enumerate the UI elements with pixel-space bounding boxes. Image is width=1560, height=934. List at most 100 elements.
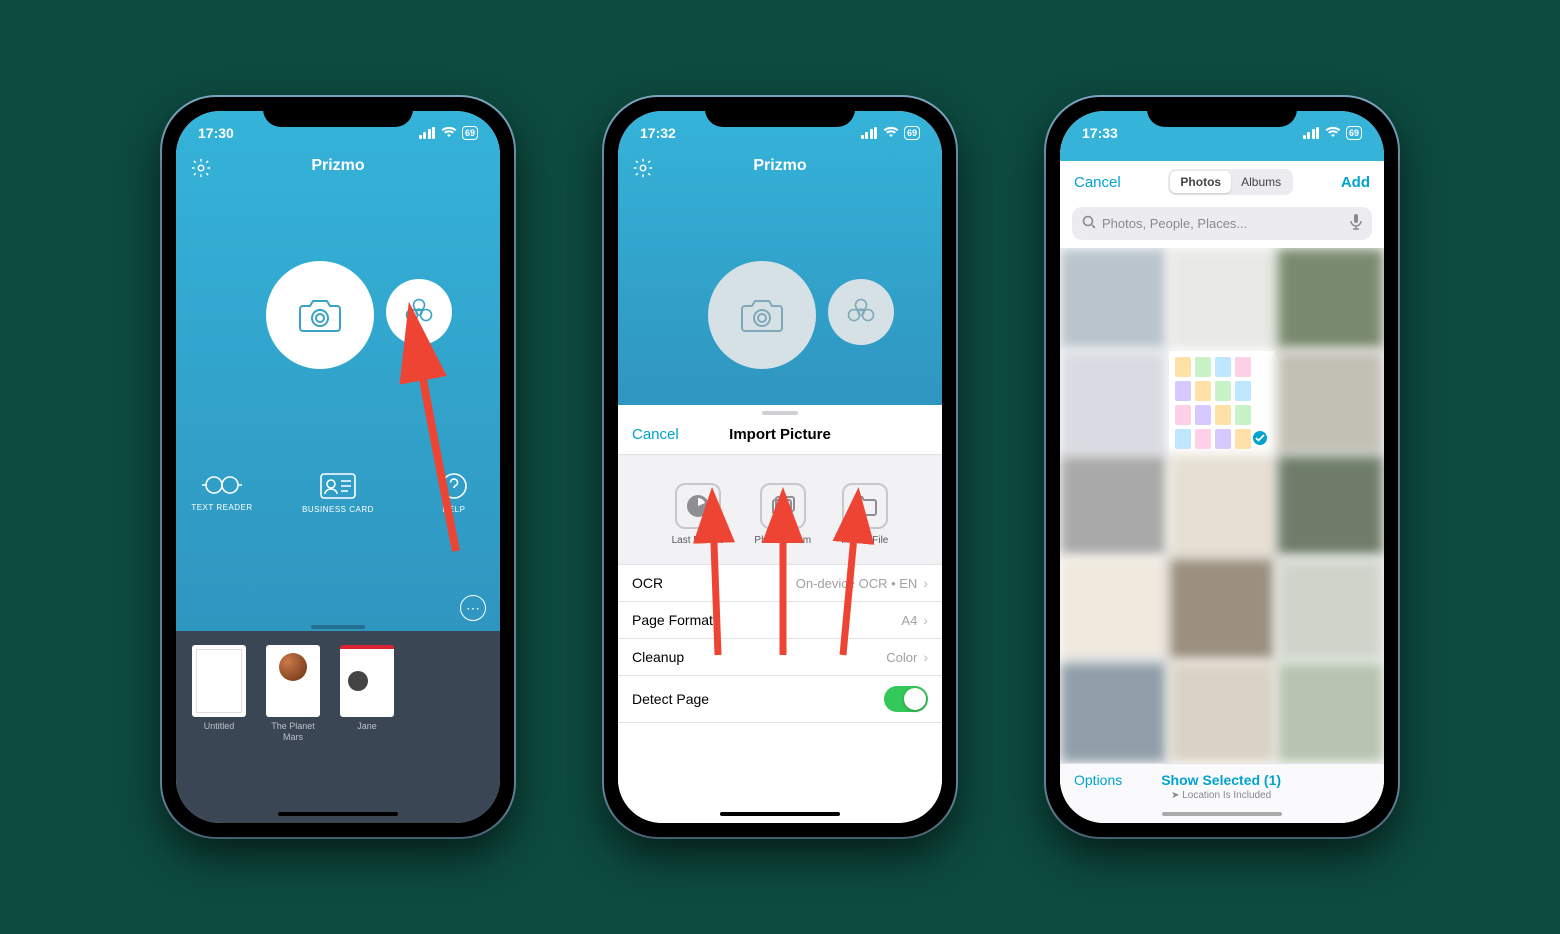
nav-bar: Prizmo: [176, 157, 500, 175]
document-item[interactable]: Jane: [336, 645, 398, 823]
document-label: Jane: [357, 721, 377, 743]
search-field[interactable]: Photos, People, Places...: [1072, 207, 1372, 240]
microphone-icon[interactable]: [1350, 214, 1362, 233]
home-indicator[interactable]: [1162, 812, 1282, 817]
text-reader-button[interactable]: TEXT READER: [178, 473, 266, 514]
nav-bar: Prizmo: [618, 157, 942, 175]
chevron-right-icon: A4›: [901, 612, 928, 628]
gear-icon[interactable]: [190, 157, 212, 179]
add-button[interactable]: Add: [1341, 174, 1370, 191]
photo-picker: Cancel Photos Albums Add Photos, People,…: [1060, 161, 1384, 823]
photo-thumbnail[interactable]: [1169, 455, 1276, 556]
phone-frame-1: 17:30 69 Prizmo: [162, 97, 514, 837]
sheet-title: Import Picture: [729, 426, 831, 443]
photo-thumbnail[interactable]: [1169, 558, 1276, 659]
more-button[interactable]: ⋯: [460, 595, 486, 621]
photo-thumbnail[interactable]: [1060, 558, 1167, 659]
cancel-button[interactable]: Cancel: [1074, 174, 1121, 191]
photo-thumbnail[interactable]: [1060, 455, 1167, 556]
documents-shelf[interactable]: Untitled The Planet Mars Jane: [176, 631, 500, 823]
home-indicator[interactable]: [278, 812, 398, 817]
ocr-cell[interactable]: OCR On-device OCR • EN›: [618, 565, 942, 602]
document-thumbnail: [266, 645, 320, 717]
text-reader-label: TEXT READER: [191, 503, 252, 512]
cellular-icon: [1303, 127, 1320, 139]
document-item[interactable]: Untitled: [188, 645, 250, 823]
photo-thumbnail[interactable]: [1277, 248, 1384, 349]
import-photos-button[interactable]: [828, 279, 894, 345]
photo-thumbnail[interactable]: [1060, 662, 1167, 763]
cleanup-label: Cleanup: [632, 649, 684, 665]
photo-thumbnail[interactable]: [1277, 558, 1384, 659]
photo-thumbnail[interactable]: [1277, 662, 1384, 763]
business-card-button[interactable]: BUSINESS CARD: [294, 473, 382, 514]
location-arrow-icon: ➤: [1171, 790, 1182, 801]
page-format-label: Page Format: [632, 612, 713, 628]
app-title: Prizmo: [753, 157, 806, 175]
import-sheet: Cancel Import Picture Last Picture Photo…: [618, 405, 942, 823]
notch: [705, 97, 855, 127]
photo-grid[interactable]: [1060, 248, 1384, 763]
selected-check-icon: [1251, 429, 1269, 447]
cellular-icon: [861, 127, 878, 139]
notch: [1147, 97, 1297, 127]
status-time: 17:32: [640, 125, 676, 141]
document-label: Untitled: [204, 721, 235, 743]
document-thumbnail: [340, 645, 394, 717]
location-note: ➤ Location Is Included: [1122, 790, 1320, 801]
camera-button[interactable]: [708, 261, 816, 369]
document-thumbnail: [192, 645, 246, 717]
footer-center: Show Selected (1) ➤ Location Is Included: [1122, 772, 1320, 801]
import-settings: OCR On-device OCR • EN› Page Format A4› …: [618, 564, 942, 723]
phone-frame-3: 17:33 69 Cancel Photos Albums Add Photos…: [1046, 97, 1398, 837]
photo-thumbnail[interactable]: [1277, 351, 1384, 452]
status-right: 69: [419, 125, 478, 141]
drag-indicator[interactable]: [311, 625, 365, 629]
ocr-label: OCR: [632, 575, 663, 591]
last-picture-button[interactable]: Last Picture: [672, 483, 725, 546]
photos-icon: [760, 483, 806, 529]
annotation-arrow: [396, 331, 500, 566]
search-placeholder: Photos, People, Places...: [1102, 216, 1247, 231]
cancel-button[interactable]: Cancel: [632, 426, 679, 443]
import-file-button[interactable]: Import File: [841, 483, 888, 546]
options-button[interactable]: Options: [1074, 772, 1122, 788]
document-label: The Planet Mars: [262, 721, 324, 743]
battery-indicator: 69: [1346, 126, 1362, 140]
gear-icon[interactable]: [632, 157, 654, 179]
tab-albums[interactable]: Albums: [1231, 171, 1291, 193]
screen-3: 17:33 69 Cancel Photos Albums Add Photos…: [1060, 111, 1384, 823]
battery-indicator: 69: [462, 126, 478, 140]
page-format-value: A4: [901, 613, 917, 628]
photo-thumbnail-selected[interactable]: [1169, 351, 1276, 452]
tiles-preview: [1169, 351, 1257, 455]
help-label: HELP: [443, 505, 466, 514]
photo-thumbnail[interactable]: [1060, 248, 1167, 349]
photo-thumbnail[interactable]: [1277, 455, 1384, 556]
screen-2: 17:32 69 Prizmo Cancel Im: [618, 111, 942, 823]
detect-page-switch[interactable]: [884, 686, 928, 712]
import-photos-button[interactable]: [386, 279, 452, 345]
ocr-value: On-device OCR • EN: [796, 576, 918, 591]
cleanup-cell[interactable]: Cleanup Color›: [618, 639, 942, 676]
show-selected-button[interactable]: Show Selected (1): [1122, 772, 1320, 788]
chevron-right-icon: Color›: [886, 649, 928, 665]
sheet-header: Cancel Import Picture: [618, 415, 942, 455]
s1-main-area: 17:30 69 Prizmo: [176, 111, 500, 631]
photo-thumbnail[interactable]: [1060, 351, 1167, 452]
business-card-label: BUSINESS CARD: [302, 505, 374, 514]
home-indicator[interactable]: [720, 812, 840, 817]
status-right: 69: [1303, 125, 1362, 141]
photo-thumbnail[interactable]: [1169, 248, 1276, 349]
document-item[interactable]: The Planet Mars: [262, 645, 324, 823]
notch: [263, 97, 413, 127]
import-file-label: Import File: [841, 535, 888, 546]
photos-albums-segment[interactable]: Photos Albums: [1168, 169, 1293, 195]
photo-thumbnail[interactable]: [1169, 662, 1276, 763]
photo-album-button[interactable]: Photo Album: [754, 483, 811, 546]
tab-photos[interactable]: Photos: [1170, 171, 1231, 193]
detect-page-label: Detect Page: [632, 691, 709, 707]
camera-button[interactable]: [266, 261, 374, 369]
page-format-cell[interactable]: Page Format A4›: [618, 602, 942, 639]
help-button[interactable]: HELP: [410, 473, 498, 514]
